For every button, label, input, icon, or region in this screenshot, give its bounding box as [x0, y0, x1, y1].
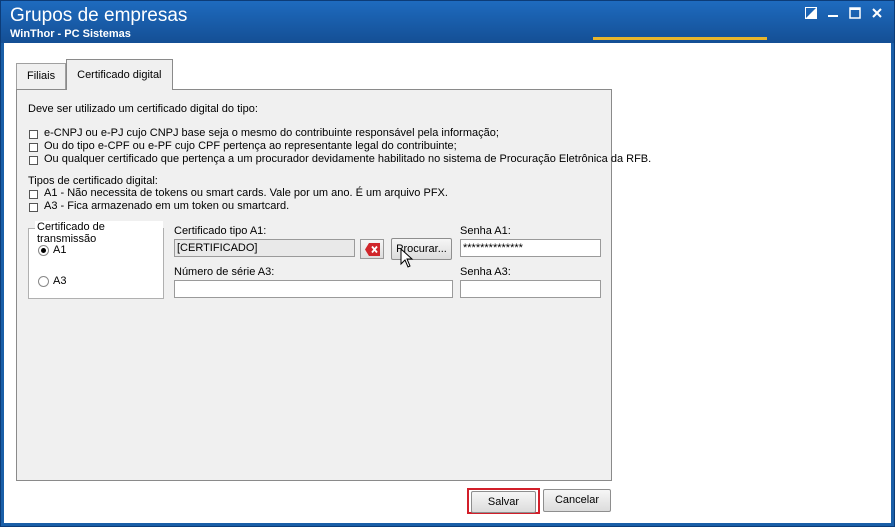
radio-a3[interactable] — [38, 276, 49, 287]
requirement-item: e-CNPJ ou e-PJ cujo CNPJ base seja o mes… — [44, 127, 499, 139]
window-controls — [802, 5, 886, 21]
serial-a3-field[interactable] — [174, 280, 453, 298]
requirement-item: Ou qualquer certificado que pertença a u… — [44, 153, 652, 165]
bullet-box-icon — [29, 143, 38, 152]
senha-a1-label: Senha A1: — [460, 225, 511, 237]
tab-certificado-digital[interactable]: Certificado digital — [66, 59, 173, 90]
certificado-panel: Deve ser utilizado um certificado digita… — [16, 89, 651, 481]
cert-a1-label: Certificado tipo A1: — [174, 225, 267, 237]
cert-a1-field[interactable]: [CERTIFICADO] — [174, 239, 355, 257]
type-item-a3: A3 - Fica armazenado em um token ou smar… — [44, 200, 290, 212]
cancel-button[interactable]: Cancelar — [543, 489, 611, 512]
save-button[interactable]: Salvar — [471, 491, 536, 513]
senha-a1-field[interactable]: ************** — [460, 239, 601, 257]
serial-a3-label: Número de série A3: — [174, 266, 275, 278]
radio-a3-label[interactable]: A3 — [53, 275, 66, 287]
maximize-icon[interactable] — [846, 5, 864, 21]
type-item-a1: A1 - Não necessita de tokens ou smart ca… — [44, 187, 448, 199]
bullet-box-icon — [29, 203, 38, 212]
bullet-box-icon — [29, 156, 38, 165]
bullet-box-icon — [29, 130, 38, 139]
mouse-pointer-icon — [400, 248, 414, 268]
title-accent-line — [593, 37, 767, 40]
tab-strip: Filiais Certificado digital — [16, 59, 173, 90]
clear-certificate-button[interactable] — [360, 239, 384, 259]
transmission-groupbox: Certificado de transmissão A1 A3 — [28, 221, 164, 299]
main-window: Grupos de empresas WinThor - PC Sistemas… — [0, 0, 895, 527]
bullet-box-icon — [29, 190, 38, 199]
senha-a3-field[interactable] — [460, 280, 601, 298]
restore-icon[interactable] — [802, 5, 820, 21]
window-subtitle: WinThor - PC Sistemas — [10, 28, 131, 40]
intro-text: Deve ser utilizado um certificado digita… — [28, 103, 258, 115]
transmission-label: Certificado de transmissão — [35, 221, 163, 245]
types-heading: Tipos de certificado digital: — [28, 175, 158, 187]
client-area: Filiais Certificado digital Deve ser uti… — [4, 43, 891, 523]
senha-a3-label: Senha A3: — [460, 266, 511, 278]
tab-filiais[interactable]: Filiais — [16, 63, 67, 89]
radio-a1[interactable] — [38, 245, 49, 256]
window-title: Grupos de empresas — [10, 5, 188, 26]
requirement-item: Ou do tipo e-CPF ou e-PF cujo CPF perten… — [44, 140, 457, 152]
title-bar[interactable]: Grupos de empresas WinThor - PC Sistemas — [1, 1, 894, 43]
close-icon[interactable] — [868, 5, 886, 21]
minimize-icon[interactable] — [824, 5, 842, 21]
radio-a1-label[interactable]: A1 — [53, 244, 66, 256]
delete-icon — [365, 243, 380, 256]
